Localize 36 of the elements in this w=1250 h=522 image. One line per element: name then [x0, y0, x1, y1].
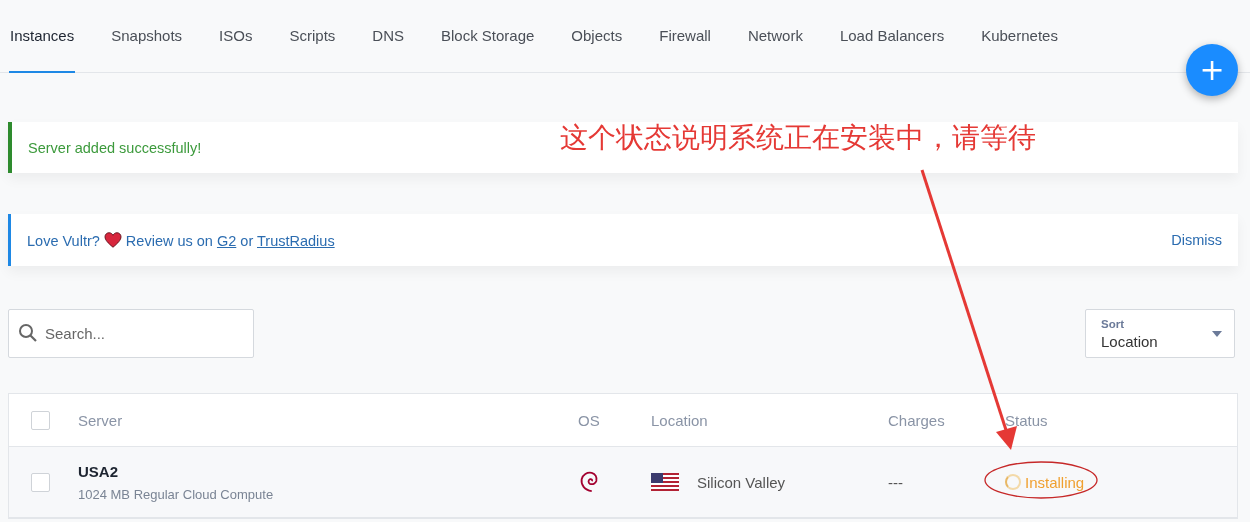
review-message: Love Vultr? Review us on G2 or TrustRadius [27, 231, 335, 249]
g2-link[interactable]: G2 [216, 232, 237, 249]
annotation-note: 这个状态说明系统正在安装中，请等待 [560, 120, 1036, 156]
column-header: Status [1004, 410, 1049, 431]
charges-cell: --- [888, 473, 903, 491]
nav-tab[interactable]: Block Storage [439, 0, 536, 73]
spinner-icon [1005, 474, 1021, 490]
dismiss-link[interactable]: Dismiss [1171, 232, 1222, 248]
swirl-icon [578, 469, 600, 495]
row-checkbox[interactable] [31, 472, 50, 492]
column-header: OS [578, 410, 601, 431]
search-field[interactable]: Search... [8, 309, 254, 358]
nav-tab[interactable]: ISOs [218, 0, 254, 73]
heart-icon [103, 231, 122, 248]
nav-tab[interactable]: Instances [9, 0, 76, 73]
column-header: Location [651, 410, 709, 431]
nav-tab[interactable]: Load Balancers [838, 0, 946, 73]
sort-dropdown[interactable]: Sort Location [1085, 309, 1235, 358]
server-plan: 1024 MB Regular Cloud Compute [78, 486, 274, 502]
status-text: Installing [1025, 473, 1085, 491]
nav-tab[interactable]: Objects [570, 0, 624, 73]
nav-tab[interactable]: Scripts [288, 0, 337, 73]
success-message: Server added successfully! [28, 139, 202, 156]
nav-tab[interactable]: Snapshots [110, 0, 184, 73]
caret-icon [1212, 330, 1222, 337]
server-name[interactable]: USA2 [78, 462, 118, 480]
nav-tab[interactable]: Kubernetes [980, 0, 1059, 73]
nav-tab[interactable]: Network [746, 0, 804, 73]
trustradius-link[interactable]: TrustRadius [257, 232, 335, 249]
flag-icon [651, 473, 679, 491]
location-cell: Silicon Valley [697, 473, 786, 491]
nav-tab[interactable]: Firewall [658, 0, 712, 73]
column-header: Server [78, 410, 124, 431]
nav-tab[interactable]: DNS [371, 0, 405, 73]
select-all-checkbox[interactable] [31, 410, 50, 430]
column-header: Charges [888, 410, 946, 431]
